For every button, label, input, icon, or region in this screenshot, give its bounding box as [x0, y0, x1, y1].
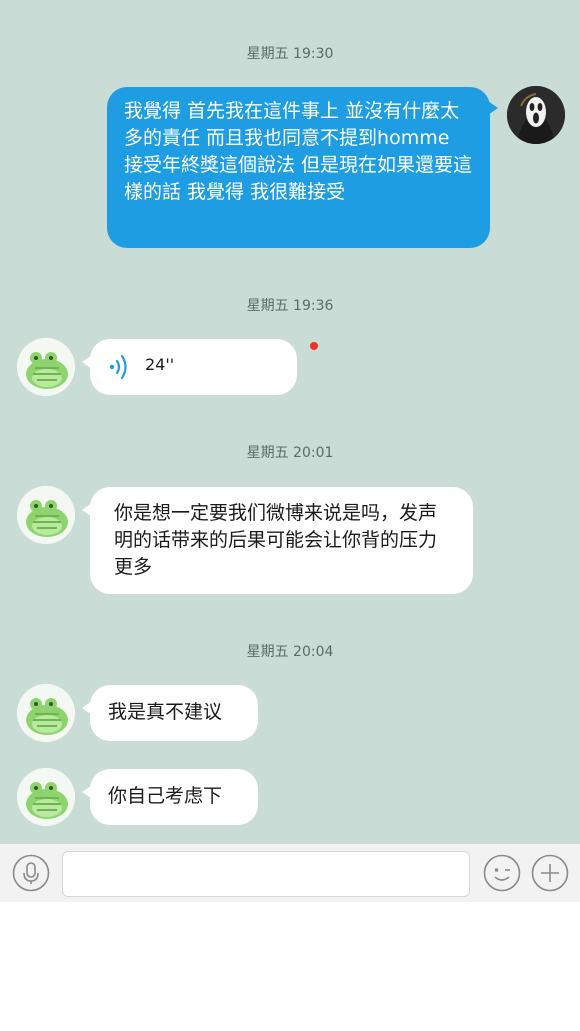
green-frog-avatar-icon [17, 338, 75, 396]
voice-message-bubble[interactable]: 24'' [82, 339, 297, 395]
incoming-message-bubble[interactable]: 我是真不建议 [82, 685, 258, 741]
unread-indicator [310, 342, 318, 350]
message-text: 你自己考虑下 [108, 785, 223, 807]
green-frog-avatar-icon [17, 486, 75, 544]
message-text: 你是想一定要我们微博来说是吗，发声明的话带来的后果可能会让你背的压力更多 [114, 502, 438, 578]
my-avatar[interactable] [507, 86, 565, 144]
timestamp: 星期五 20:04 [246, 644, 334, 660]
more-options-button[interactable] [531, 854, 569, 892]
emoji-button[interactable] [483, 854, 521, 892]
emoji-icon [483, 854, 521, 892]
outgoing-message-bubble[interactable]: 我覺得 首先我在這件事上 並沒有什麼太多的責任 而且我也同意不提到homme 接… [107, 87, 498, 248]
plus-icon [531, 854, 569, 892]
voice-wave-icon [109, 354, 127, 380]
green-frog-avatar-icon [17, 684, 75, 742]
voice-duration: 24'' [145, 355, 175, 374]
contact-avatar[interactable] [17, 486, 75, 544]
message-input-bar [0, 843, 580, 902]
timestamp: 星期五 19:30 [246, 46, 334, 62]
contact-avatar[interactable] [17, 768, 75, 826]
timestamp: 星期五 19:36 [246, 298, 334, 314]
message-text: 我是真不建议 [108, 701, 223, 723]
scream-mask-avatar-icon [507, 86, 565, 144]
incoming-message-bubble[interactable]: 你是想一定要我们微博来说是吗，发声明的话带来的后果可能会让你背的压力更多 [82, 487, 473, 594]
message-text: 我覺得 首先我在這件事上 並沒有什麼太多的責任 而且我也同意不提到homme 接… [124, 100, 473, 203]
microphone-icon [12, 854, 50, 892]
incoming-message-bubble[interactable]: 你自己考虑下 [82, 769, 258, 825]
chat-area[interactable]: 星期五 19:30 我覺得 首先我在這件事上 並沒有什麼太多的責任 而且我也同意… [0, 0, 580, 843]
green-frog-avatar-icon [17, 768, 75, 826]
voice-input-button[interactable] [12, 854, 50, 892]
timestamp: 星期五 20:01 [246, 445, 334, 461]
contact-avatar[interactable] [17, 338, 75, 396]
contact-avatar[interactable] [17, 684, 75, 742]
message-input[interactable] [62, 851, 470, 897]
